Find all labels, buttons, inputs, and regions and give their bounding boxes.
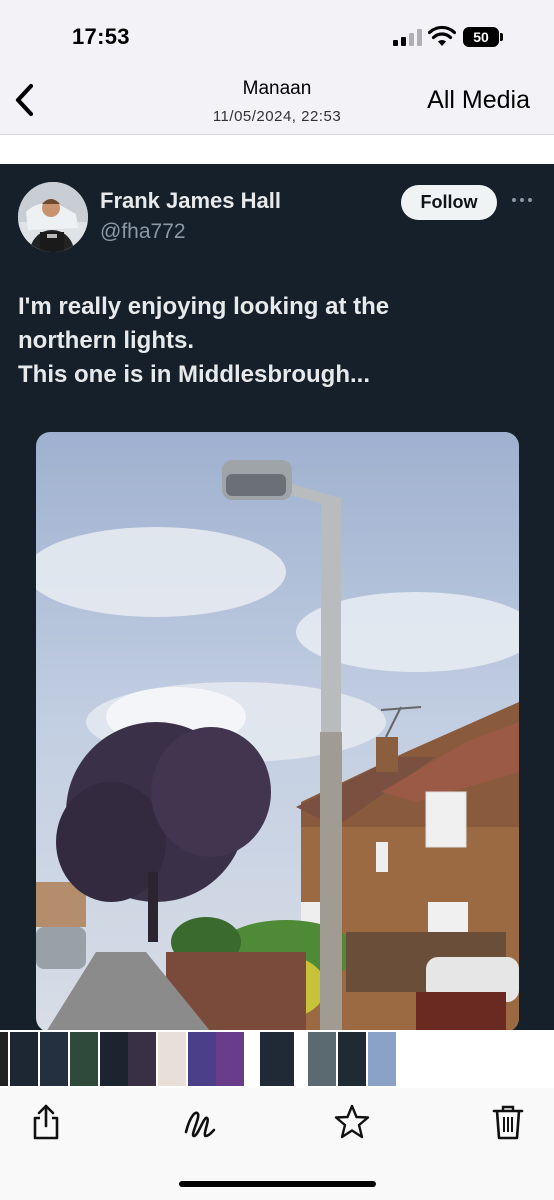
user-handle: @fha772 [100, 220, 186, 243]
thumbnail[interactable] [216, 1032, 244, 1086]
thumbnail[interactable] [260, 1032, 294, 1086]
thumbnail[interactable] [158, 1032, 186, 1086]
share-icon[interactable] [28, 1102, 64, 1142]
more-options-icon [512, 192, 534, 206]
markup-icon[interactable] [182, 1102, 218, 1142]
thumbnail[interactable] [188, 1032, 216, 1086]
battery-icon: 50 [463, 27, 499, 47]
nav-bar: Manaan 11/05/2024, 22:53 All Media [0, 64, 554, 134]
thumbnail[interactable] [128, 1032, 156, 1086]
tweet-text-line: northern lights. [18, 327, 194, 354]
thumbnail[interactable] [70, 1032, 98, 1086]
thumbnail[interactable] [10, 1032, 38, 1086]
tweet-card: Frank James Hall @fha772 Follow I'm real… [0, 164, 554, 1030]
all-media-button[interactable]: All Media [427, 86, 530, 115]
trash-icon[interactable] [490, 1102, 526, 1142]
status-time: 17:53 [72, 24, 130, 49]
tweet-text-line: I'm really enjoying looking at the [18, 293, 390, 320]
home-indicator[interactable] [179, 1181, 376, 1187]
tweet-photo [36, 432, 519, 1030]
cellular-signal-icon [393, 28, 423, 46]
star-icon[interactable] [334, 1102, 370, 1142]
wifi-icon [428, 25, 456, 46]
avatar [18, 182, 88, 252]
user-name: Frank James Hall [100, 188, 281, 213]
follow-button: Follow [401, 185, 497, 220]
thumbnail[interactable] [40, 1032, 68, 1086]
thumbnail-strip[interactable] [0, 1030, 554, 1088]
image-top-margin [0, 135, 554, 164]
thumbnail[interactable] [338, 1032, 366, 1086]
battery-nub [500, 33, 503, 41]
battery-level: 50 [473, 29, 489, 45]
status-bar: 17:53 50 [0, 0, 554, 64]
tweet-text: I'm really enjoying looking at the north… [18, 290, 538, 392]
thumbnail[interactable] [308, 1032, 336, 1086]
tweet-text-line: This one is in Middlesbrough... [18, 361, 371, 388]
thumbnail[interactable] [368, 1032, 396, 1086]
thumbnail[interactable] [100, 1032, 128, 1086]
thumbnail[interactable] [0, 1032, 8, 1086]
